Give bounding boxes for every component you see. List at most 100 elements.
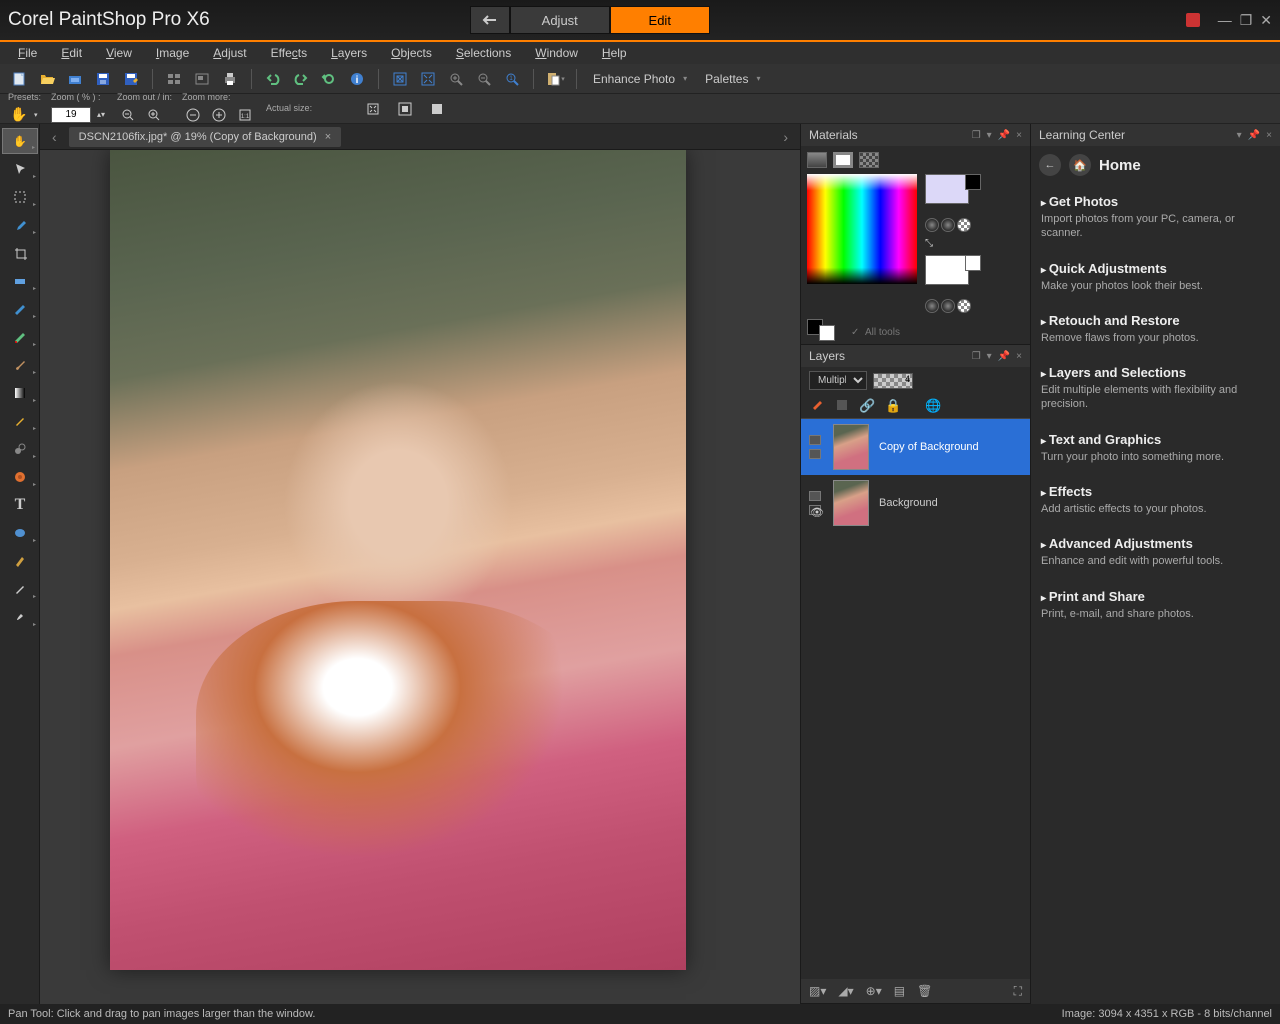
close-button[interactable]: ✕ [1260, 12, 1272, 29]
lc-section-advanced[interactable]: Advanced AdjustmentsEnhance and edit wit… [1041, 526, 1270, 578]
menu-edit[interactable]: Edit [51, 44, 92, 62]
panel-close-icon[interactable]: × [1016, 351, 1022, 362]
lock-icon[interactable]: 🔒 [885, 398, 901, 414]
swatch-dot-3[interactable] [957, 218, 971, 232]
lc-section-layers[interactable]: Layers and SelectionsEdit multiple eleme… [1041, 355, 1270, 422]
zoom-input[interactable] [51, 107, 91, 123]
mode-tab-edit[interactable]: Edit [610, 6, 710, 34]
menu-file[interactable]: File [8, 44, 47, 62]
panel-menu-icon[interactable]: ▾ [1237, 130, 1242, 141]
warp-tool[interactable]: ▸ [2, 464, 38, 490]
opacity-input[interactable]: 4 [873, 373, 913, 389]
layer-row-background[interactable]: 👁 Background [801, 475, 1030, 531]
menu-layers[interactable]: Layers [321, 44, 377, 62]
paint-brush-tool[interactable]: ▸ [2, 352, 38, 378]
panel-pin-icon[interactable]: 📌 [998, 130, 1010, 141]
blend-mode-select[interactable]: Multiply [809, 371, 867, 390]
user-icon[interactable] [1186, 13, 1200, 27]
lc-section-retouch[interactable]: Retouch and RestoreRemove flaws from you… [1041, 303, 1270, 355]
document-tab[interactable]: DSCN2106fix.jpg* @ 19% (Copy of Backgrou… [69, 127, 341, 147]
save-as-button[interactable] [120, 68, 142, 90]
zoom-more-out-button[interactable] [182, 104, 204, 126]
fit-screen-button[interactable] [394, 98, 416, 120]
swatch-dot-5[interactable] [941, 299, 955, 313]
nav-button[interactable] [191, 68, 213, 90]
pen-tool[interactable] [2, 548, 38, 574]
canvas-image[interactable] [110, 150, 686, 970]
fg-style-swatch[interactable] [965, 174, 981, 190]
dropper-tool[interactable]: ▸ [2, 212, 38, 238]
crop-tool[interactable] [2, 240, 38, 266]
panel-close-icon[interactable]: × [1266, 130, 1272, 141]
edit-selection-icon[interactable] [811, 398, 825, 414]
open-file-button[interactable] [36, 68, 58, 90]
bg-style-swatch[interactable] [965, 255, 981, 271]
new-file-button[interactable] [8, 68, 30, 90]
menu-adjust[interactable]: Adjust [203, 44, 256, 62]
foreground-swatch[interactable] [925, 174, 969, 204]
mode-tab-adjust[interactable]: Adjust [510, 6, 610, 34]
shape-tool[interactable]: ▸ [2, 520, 38, 546]
layer-visibility-toggle[interactable] [809, 435, 823, 459]
panel-close-icon[interactable]: × [1016, 130, 1022, 141]
swatch-dot-6[interactable] [957, 299, 971, 313]
new-group-button[interactable]: ⊕▾ [866, 984, 882, 998]
learning-back-button[interactable]: ← [1039, 154, 1061, 176]
new-layer-button[interactable]: ▨▾ [809, 984, 826, 998]
layer-effects-icon[interactable]: 🌐 [925, 398, 941, 414]
maximize-view-button[interactable] [426, 98, 448, 120]
canvas-viewport[interactable] [40, 150, 800, 1004]
lc-section-print[interactable]: Print and SharePrint, e-mail, and share … [1041, 579, 1270, 631]
new-mask-button[interactable]: ◢▾ [838, 984, 853, 998]
menu-selections[interactable]: Selections [446, 44, 521, 62]
zoom-100-button[interactable]: 1:1 [234, 104, 256, 126]
layer-expand-button[interactable]: ⛶ [1014, 984, 1022, 999]
zoom-actual-button[interactable]: 1 [501, 68, 523, 90]
menu-help[interactable]: Help [592, 44, 637, 62]
lc-section-get-photos[interactable]: Get PhotosImport photos from your PC, ca… [1041, 184, 1270, 251]
learning-header[interactable]: Learning Center ▾📌× [1031, 124, 1280, 146]
lighten-tool[interactable]: ▸ [2, 408, 38, 434]
preset-hand-icon[interactable]: ✋ [8, 104, 30, 126]
enhance-photo-dropdown[interactable]: Enhance Photo [587, 70, 693, 88]
all-tools-checkbox[interactable]: ✓ All tools [851, 327, 900, 338]
gradient-tool[interactable]: ▸ [2, 380, 38, 406]
bw-swatch-white[interactable] [819, 325, 835, 341]
close-tab-button[interactable]: × [325, 131, 331, 143]
layer-visibility-toggle[interactable]: 👁 [809, 491, 823, 515]
lc-section-effects[interactable]: EffectsAdd artistic effects to your phot… [1041, 474, 1270, 526]
material-swatches-style[interactable] [859, 152, 879, 168]
learning-home-button[interactable]: 🏠 [1069, 154, 1091, 176]
fit-window-button[interactable] [362, 98, 384, 120]
straighten-tool[interactable]: ▸ [2, 268, 38, 294]
minimize-button[interactable]: — [1218, 12, 1232, 28]
zoom-out-small-button[interactable] [117, 104, 139, 126]
pick-tool[interactable]: ▸ [2, 156, 38, 182]
menu-view[interactable]: View [96, 44, 142, 62]
restore-button[interactable]: ❐ [1240, 12, 1253, 29]
fit-button[interactable] [417, 68, 439, 90]
repeat-button[interactable] [318, 68, 340, 90]
mode-back-button[interactable] [470, 6, 510, 34]
panel-dock-icon[interactable]: ❐ [972, 130, 981, 141]
makeover-tool[interactable]: ▸ [2, 324, 38, 350]
zoom-more-in-button[interactable] [208, 104, 230, 126]
info-button[interactable]: i [346, 68, 368, 90]
zoom-out-button[interactable] [473, 68, 495, 90]
swatch-dot-4[interactable] [925, 299, 939, 313]
panel-pin-icon[interactable]: 📌 [998, 351, 1010, 362]
tab-next-button[interactable]: › [777, 129, 794, 145]
material-frame-style-2[interactable] [833, 152, 853, 168]
layer-mask-icon[interactable] [835, 398, 849, 414]
red-eye-tool[interactable]: ▸ [2, 296, 38, 322]
swatch-dot-1[interactable] [925, 218, 939, 232]
menu-effects[interactable]: Effects [261, 44, 317, 62]
selection-tool[interactable]: ▸ [2, 184, 38, 210]
panel-dock-icon[interactable]: ❐ [972, 351, 981, 362]
materials-header[interactable]: Materials ❐▾📌× [801, 124, 1030, 146]
zoom-in-button[interactable] [445, 68, 467, 90]
zoom-spinner[interactable]: ▴▾ [95, 104, 107, 126]
lc-section-quick-adjust[interactable]: Quick AdjustmentsMake your photos look t… [1041, 251, 1270, 303]
material-frame-style-1[interactable] [807, 152, 827, 168]
paste-button[interactable]: ▾ [544, 68, 566, 90]
